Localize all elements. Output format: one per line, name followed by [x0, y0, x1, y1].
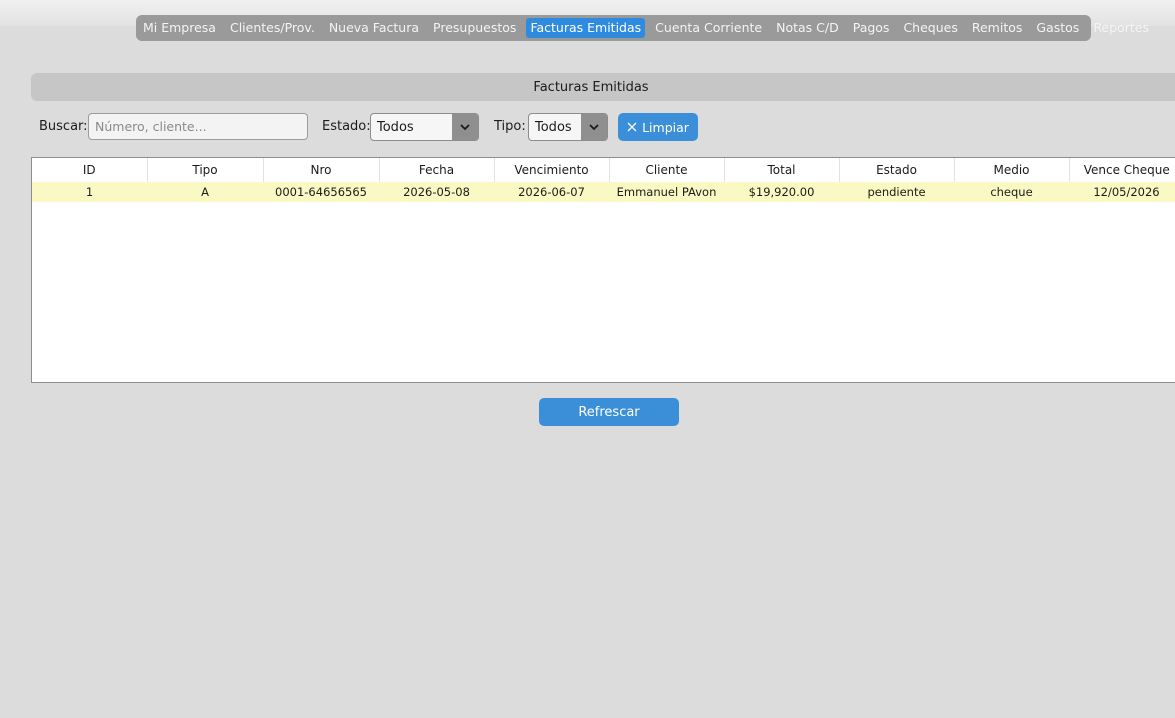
- estado-dropdown[interactable]: Todos: [370, 113, 479, 141]
- chevron-down-icon[interactable]: [452, 114, 478, 140]
- chevron-down-icon[interactable]: [581, 114, 607, 140]
- tipo-label: Tipo:: [494, 119, 526, 134]
- tab-cheques[interactable]: Cheques: [899, 18, 961, 38]
- main-nav-tabbar: Mi Empresa Clientes/Prov. Nueva Factura Pre…: [136, 15, 1149, 41]
- tab-remitos[interactable]: Remitos: [968, 18, 1027, 38]
- table-cell: 1: [32, 182, 147, 202]
- column-header[interactable]: Estado: [839, 158, 955, 182]
- column-header[interactable]: Fecha: [379, 158, 495, 182]
- table-cell: A: [147, 182, 263, 202]
- column-header[interactable]: Vencimiento: [494, 158, 610, 182]
- table-cell: Emmanuel PAvon: [609, 182, 724, 202]
- panel-title: Facturas Emitidas: [533, 79, 649, 95]
- clear-filters-button[interactable]: Limpiar: [618, 113, 698, 141]
- search-input[interactable]: [88, 113, 308, 140]
- column-header[interactable]: Vence Cheque: [1069, 158, 1175, 182]
- close-icon: [627, 122, 637, 132]
- table-cell: cheque: [954, 182, 1069, 202]
- refresh-button[interactable]: Refrescar: [539, 398, 679, 426]
- table-cell: 2026-05-08: [379, 182, 494, 202]
- estado-label: Estado:: [322, 119, 371, 134]
- table-cell: 0001-64656565: [263, 182, 379, 202]
- column-header[interactable]: Nro: [263, 158, 380, 182]
- panel-header: Facturas Emitidas: [31, 73, 1175, 101]
- table-cell: $19,920.00: [724, 182, 839, 202]
- column-header[interactable]: Medio: [954, 158, 1070, 182]
- invoices-table[interactable]: ID Tipo Nro Fecha Vencimiento Cliente Total Est…: [31, 157, 1175, 383]
- column-header[interactable]: Total: [724, 158, 840, 182]
- tab-cuenta-corriente[interactable]: Cuenta Corriente: [651, 18, 766, 38]
- tab-reportes[interactable]: Reportes: [1089, 18, 1153, 38]
- tab-pagos[interactable]: Pagos: [849, 18, 894, 38]
- column-header[interactable]: ID: [32, 158, 148, 182]
- table-cell: pendiente: [839, 182, 954, 202]
- tab-gastos[interactable]: Gastos: [1032, 18, 1083, 38]
- filter-bar: Buscar: Estado: Todos Tipo: Todos Limpia…: [39, 113, 739, 141]
- tipo-dropdown-value: Todos: [535, 120, 572, 135]
- tab-clientes-prov[interactable]: Clientes/Prov.: [226, 18, 319, 38]
- column-header[interactable]: Tipo: [147, 158, 264, 182]
- table-header-row: ID Tipo Nro Fecha Vencimiento Cliente Total Est…: [32, 158, 1175, 182]
- tab-mi-empresa[interactable]: Mi Empresa: [139, 18, 220, 38]
- tab-facturas-emitidas[interactable]: Facturas Emitidas: [526, 18, 646, 38]
- tab-notas-c-d[interactable]: Notas C/D: [772, 18, 843, 38]
- estado-dropdown-value: Todos: [377, 120, 414, 135]
- clear-filters-label: Limpiar: [642, 119, 689, 135]
- table-cell: 2026-06-07: [494, 182, 609, 202]
- tab-presupuestos[interactable]: Presupuestos: [429, 18, 520, 38]
- tipo-dropdown[interactable]: Todos: [528, 113, 608, 141]
- tab-nueva-factura[interactable]: Nueva Factura: [325, 18, 423, 38]
- table-cell: 12/05/2026: [1069, 182, 1175, 202]
- column-header[interactable]: Cliente: [609, 158, 725, 182]
- table-row[interactable]: 1 A 0001-64656565 2026-05-08 2026-06-07 Emman…: [32, 182, 1175, 202]
- search-label: Buscar:: [39, 119, 88, 134]
